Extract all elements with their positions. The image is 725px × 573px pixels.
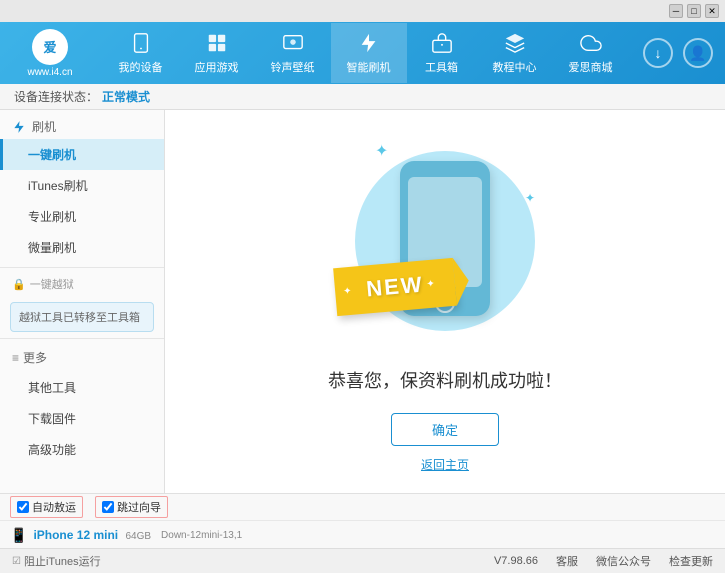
nav-ringtone-label: 铃声壁纸 <box>271 59 315 75</box>
sidebar-more-header: ≡ 更多 <box>0 343 164 372</box>
nav-icloud[interactable]: 爱思商城 <box>553 23 629 83</box>
flash-icon <box>357 31 381 55</box>
support-link[interactable]: 客服 <box>556 553 578 569</box>
nav-tutorial-label: 教程中心 <box>493 59 537 75</box>
bottom-status-bar: ☑ 阻止iTunes运行 V7.98.66 客服 微信公众号 检查更新 <box>0 548 725 573</box>
confirm-button[interactable]: 确定 <box>391 413 499 446</box>
bottom-right: V7.98.66 客服 微信公众号 检查更新 <box>494 553 713 569</box>
phone-icon: 📱 <box>10 527 27 544</box>
ribbon-star-right: ✦ <box>426 278 435 290</box>
wechat-link[interactable]: 微信公众号 <box>596 553 651 569</box>
auto-start-checkbox-label[interactable]: 自动敖运 <box>10 496 83 518</box>
auto-start-checkbox[interactable] <box>17 501 29 513</box>
sidebar-item-advanced-label: 高级功能 <box>28 441 76 458</box>
sidebar-item-other-tools-label: 其他工具 <box>28 379 76 396</box>
skip-wizard-checkbox-label[interactable]: 跳过向导 <box>95 496 168 518</box>
close-button[interactable]: ✕ <box>705 4 719 18</box>
sidebar-item-itunes-flash[interactable]: iTunes刷机 <box>0 170 164 201</box>
return-link[interactable]: 返回主页 <box>421 456 469 473</box>
new-ribbon: ✦ NEW ✦ <box>333 257 457 315</box>
sidebar-item-micro-flash-label: 微量刷机 <box>28 239 76 256</box>
sidebar-item-one-key-flash-label: 一键刷机 <box>28 146 76 163</box>
sidebar-item-download-firmware[interactable]: 下载固件 <box>0 403 164 434</box>
main-container: 刷机 一键刷机 iTunes刷机 专业刷机 微量刷机 🔒 一键越狱 越狱工具已转… <box>0 110 725 493</box>
nav-right-buttons: ↓ 👤 <box>631 38 725 68</box>
new-badge-text: NEW <box>365 271 424 302</box>
sidebar-jailbreak-notice: 越狱工具已转移至工具箱 <box>10 302 154 332</box>
nav-items: 我的设备 应用游戏 铃声壁纸 智能刷机 工具箱 <box>100 23 631 83</box>
itunes-notice-text: 阻止iTunes运行 <box>24 553 101 569</box>
device-row: 📱 iPhone 12 mini 64GB Down-12mini-13,1 <box>0 521 725 549</box>
sidebar-jailbreak-label: 一键越狱 <box>30 276 74 292</box>
logo-icon: 爱 <box>32 29 68 65</box>
logo[interactable]: 爱 www.i4.cn <box>0 29 100 78</box>
sidebar-divider-1 <box>0 267 164 268</box>
nav-my-device-label: 我的设备 <box>119 59 163 75</box>
device-storage: 64GB <box>125 531 151 542</box>
sidebar-more-label: 更多 <box>23 349 47 366</box>
checkbox-row: 自动敖运 跳过向导 <box>0 494 725 521</box>
content-area: ✦ ✦ ✦ ✦ NEW ✦ 恭喜您，保资料刷机成功啦！ 确定 返回主页 <box>165 110 725 493</box>
sidebar-jailbreak-header: 🔒 一键越狱 <box>0 272 164 296</box>
sidebar-divider-2 <box>0 338 164 339</box>
status-bar: 设备连接状态： 正常模式 <box>0 84 725 110</box>
success-illustration: ✦ ✦ ✦ ✦ NEW ✦ <box>345 131 545 351</box>
sidebar-item-pro-flash-label: 专业刷机 <box>28 208 76 225</box>
skip-wizard-label: 跳过向导 <box>117 499 161 515</box>
logo-url: www.i4.cn <box>27 67 72 78</box>
sidebar-flash-label: 刷机 <box>32 118 56 135</box>
status-value: 正常模式 <box>102 88 150 105</box>
toolbox-icon <box>430 31 454 55</box>
flash-section-icon <box>12 120 26 134</box>
sidebar-section-flash-header: 刷机 <box>0 110 164 139</box>
sidebar-item-download-firmware-label: 下载固件 <box>28 410 76 427</box>
auto-start-label: 自动敖运 <box>32 499 76 515</box>
minimize-button[interactable]: ─ <box>669 4 683 18</box>
status-label: 设备连接状态： <box>14 88 98 105</box>
sparkle-1: ✦ <box>375 141 388 161</box>
device-info: iPhone 12 mini 64GB <box>33 528 151 542</box>
sidebar-jailbreak-notice-text: 越狱工具已转移至工具箱 <box>19 312 140 324</box>
nav-ringtone[interactable]: 铃声壁纸 <box>255 23 331 83</box>
bottom-wrapper: 自动敖运 跳过向导 📱 iPhone 12 mini 64GB Down-12m… <box>0 493 725 548</box>
maximize-button[interactable]: □ <box>687 4 701 18</box>
sidebar-item-micro-flash[interactable]: 微量刷机 <box>0 232 164 263</box>
ribbon-star-left: ✦ <box>343 285 352 297</box>
nav-bar: 爱 www.i4.cn 我的设备 应用游戏 铃声壁纸 智能刷机 <box>0 22 725 84</box>
sidebar-item-other-tools[interactable]: 其他工具 <box>0 372 164 403</box>
check-update-link[interactable]: 检查更新 <box>669 553 713 569</box>
app-icon <box>205 31 229 55</box>
nav-toolbox-label: 工具箱 <box>425 59 458 75</box>
nav-smart-flash[interactable]: 智能刷机 <box>331 23 407 83</box>
ringtone-icon <box>281 31 305 55</box>
skip-wizard-checkbox[interactable] <box>102 501 114 513</box>
nav-my-device[interactable]: 我的设备 <box>103 23 179 83</box>
nav-toolbox[interactable]: 工具箱 <box>407 23 477 83</box>
device-name: iPhone 12 mini <box>33 528 118 542</box>
nav-app-game[interactable]: 应用游戏 <box>179 23 255 83</box>
sidebar-item-advanced[interactable]: 高级功能 <box>0 434 164 465</box>
nav-smart-flash-label: 智能刷机 <box>347 59 391 75</box>
sidebar-item-one-key-flash[interactable]: 一键刷机 <box>0 139 164 170</box>
icloud-icon <box>579 31 603 55</box>
title-bar: ─ □ ✕ <box>0 0 725 22</box>
sidebar-item-itunes-flash-label: iTunes刷机 <box>28 177 88 194</box>
itunes-notice: ☑ 阻止iTunes运行 <box>12 553 101 569</box>
version-label: V7.98.66 <box>494 555 538 567</box>
nav-icloud-label: 爱思商城 <box>569 59 613 75</box>
user-button[interactable]: 👤 <box>683 38 713 68</box>
device-icon <box>129 31 153 55</box>
sidebar: 刷机 一键刷机 iTunes刷机 专业刷机 微量刷机 🔒 一键越狱 越狱工具已转… <box>0 110 165 493</box>
nav-app-game-label: 应用游戏 <box>195 59 239 75</box>
device-version: Down-12mini-13,1 <box>161 530 242 541</box>
sidebar-item-pro-flash[interactable]: 专业刷机 <box>0 201 164 232</box>
sparkle-2: ✦ <box>525 191 535 205</box>
download-button[interactable]: ↓ <box>643 38 673 68</box>
success-message: 恭喜您，保资料刷机成功啦！ <box>328 367 562 393</box>
checkbox-placeholder: ☑ <box>12 556 21 567</box>
nav-tutorial[interactable]: 教程中心 <box>477 23 553 83</box>
tutorial-icon <box>503 31 527 55</box>
